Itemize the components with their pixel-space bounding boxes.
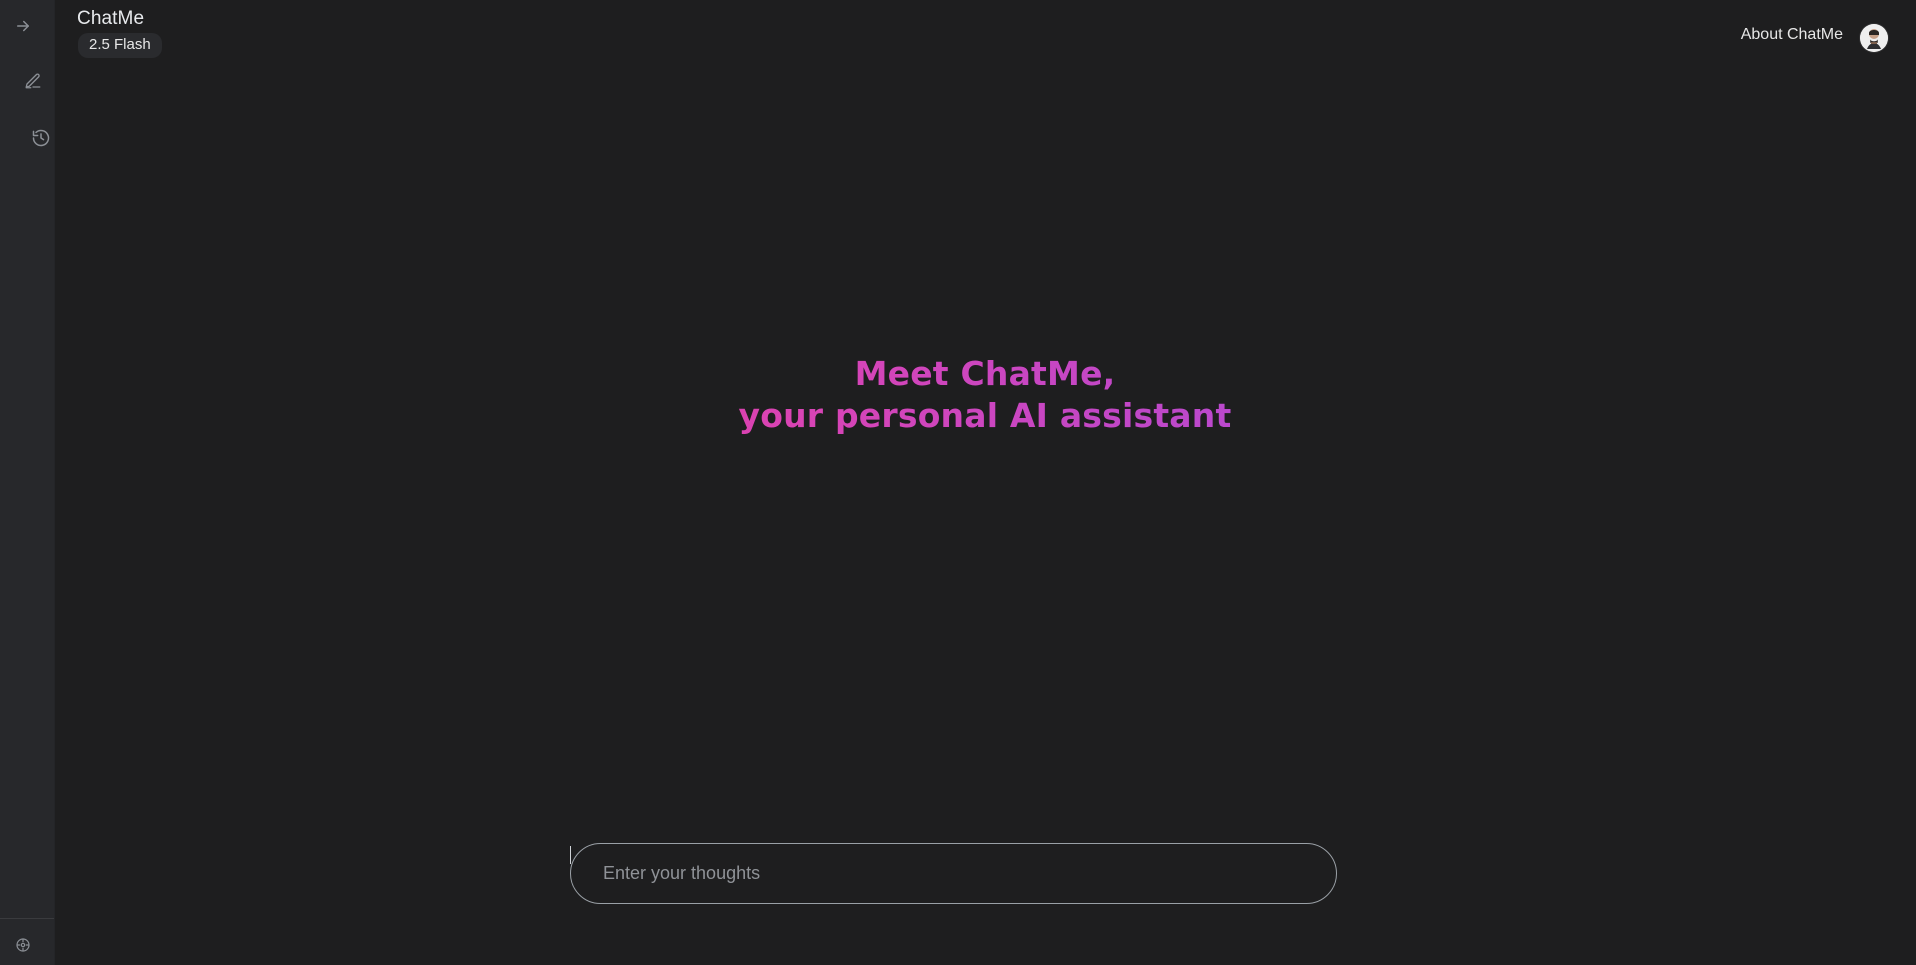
thoughts-input[interactable]: [603, 844, 1293, 903]
hero-heading: Meet ChatMe, your personal AI assistant: [54, 353, 1916, 437]
avatar[interactable]: [1860, 24, 1888, 52]
app-title: ChatMe: [77, 8, 145, 29]
edit-icon: [24, 72, 42, 90]
history-button[interactable]: [24, 121, 58, 155]
arrow-right-icon: [14, 17, 32, 35]
sidebar-divider: [0, 918, 54, 919]
history-icon: [31, 128, 51, 148]
settings-icon: [15, 937, 31, 953]
message-composer: [570, 843, 1337, 904]
avatar-icon: [1860, 24, 1888, 52]
about-link[interactable]: About ChatMe: [1741, 26, 1843, 44]
model-badge[interactable]: 2.5 Flash: [78, 33, 162, 58]
sidebar: [0, 0, 55, 965]
expand-sidebar-button[interactable]: [6, 9, 40, 43]
new-chat-button[interactable]: [16, 64, 50, 98]
app-shell: ChatMe 2.5 Flash About ChatMe Meet ChatM…: [0, 0, 1916, 965]
text-caret: [570, 846, 571, 864]
hero-line-2: your personal AI assistant: [54, 395, 1916, 437]
hero-line-1: Meet ChatMe,: [54, 353, 1916, 395]
settings-button[interactable]: [9, 931, 37, 959]
